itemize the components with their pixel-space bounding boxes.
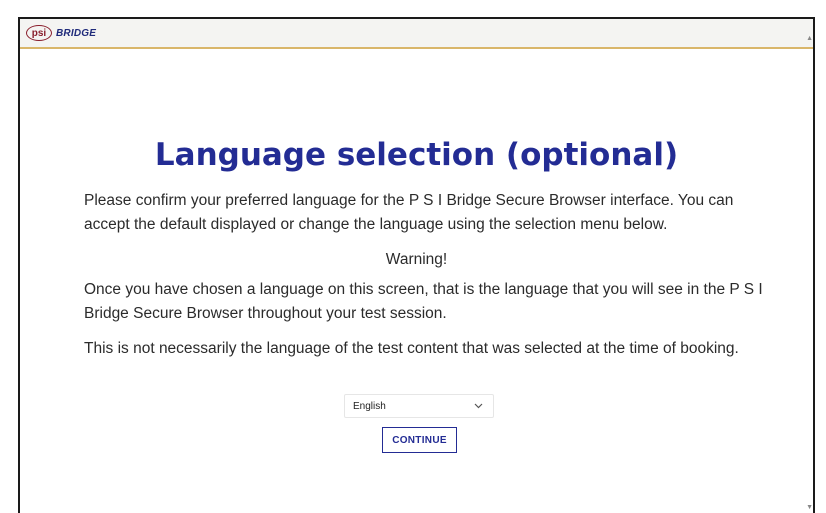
language-select-value: English — [353, 400, 386, 412]
continue-button[interactable]: CONTINUE — [382, 427, 457, 453]
page-title: Language selection (optional) — [154, 137, 679, 173]
disclaimer-text: This is not necessarily the language of … — [84, 340, 739, 357]
scroll-down-icon[interactable]: ▼ — [806, 504, 813, 511]
scroll-up-icon[interactable]: ▲ — [806, 35, 813, 42]
warning-text: Warning! — [385, 251, 448, 268]
browser-window: psi BRIDGE Language selection (optional)… — [18, 17, 815, 513]
bridge-logo-text: BRIDGE — [56, 27, 97, 39]
language-select[interactable]: English — [344, 394, 494, 418]
psi-logo-mark: psi — [26, 25, 52, 41]
main-content: Language selection (optional) Please con… — [20, 49, 813, 513]
notice-text: Once you have chosen a language on this … — [84, 281, 763, 322]
psi-bridge-logo: psi BRIDGE — [26, 25, 96, 41]
intro-text: Please confirm your preferred language f… — [84, 192, 734, 233]
chevron-down-icon — [474, 401, 483, 411]
top-bar: psi BRIDGE — [20, 19, 813, 49]
